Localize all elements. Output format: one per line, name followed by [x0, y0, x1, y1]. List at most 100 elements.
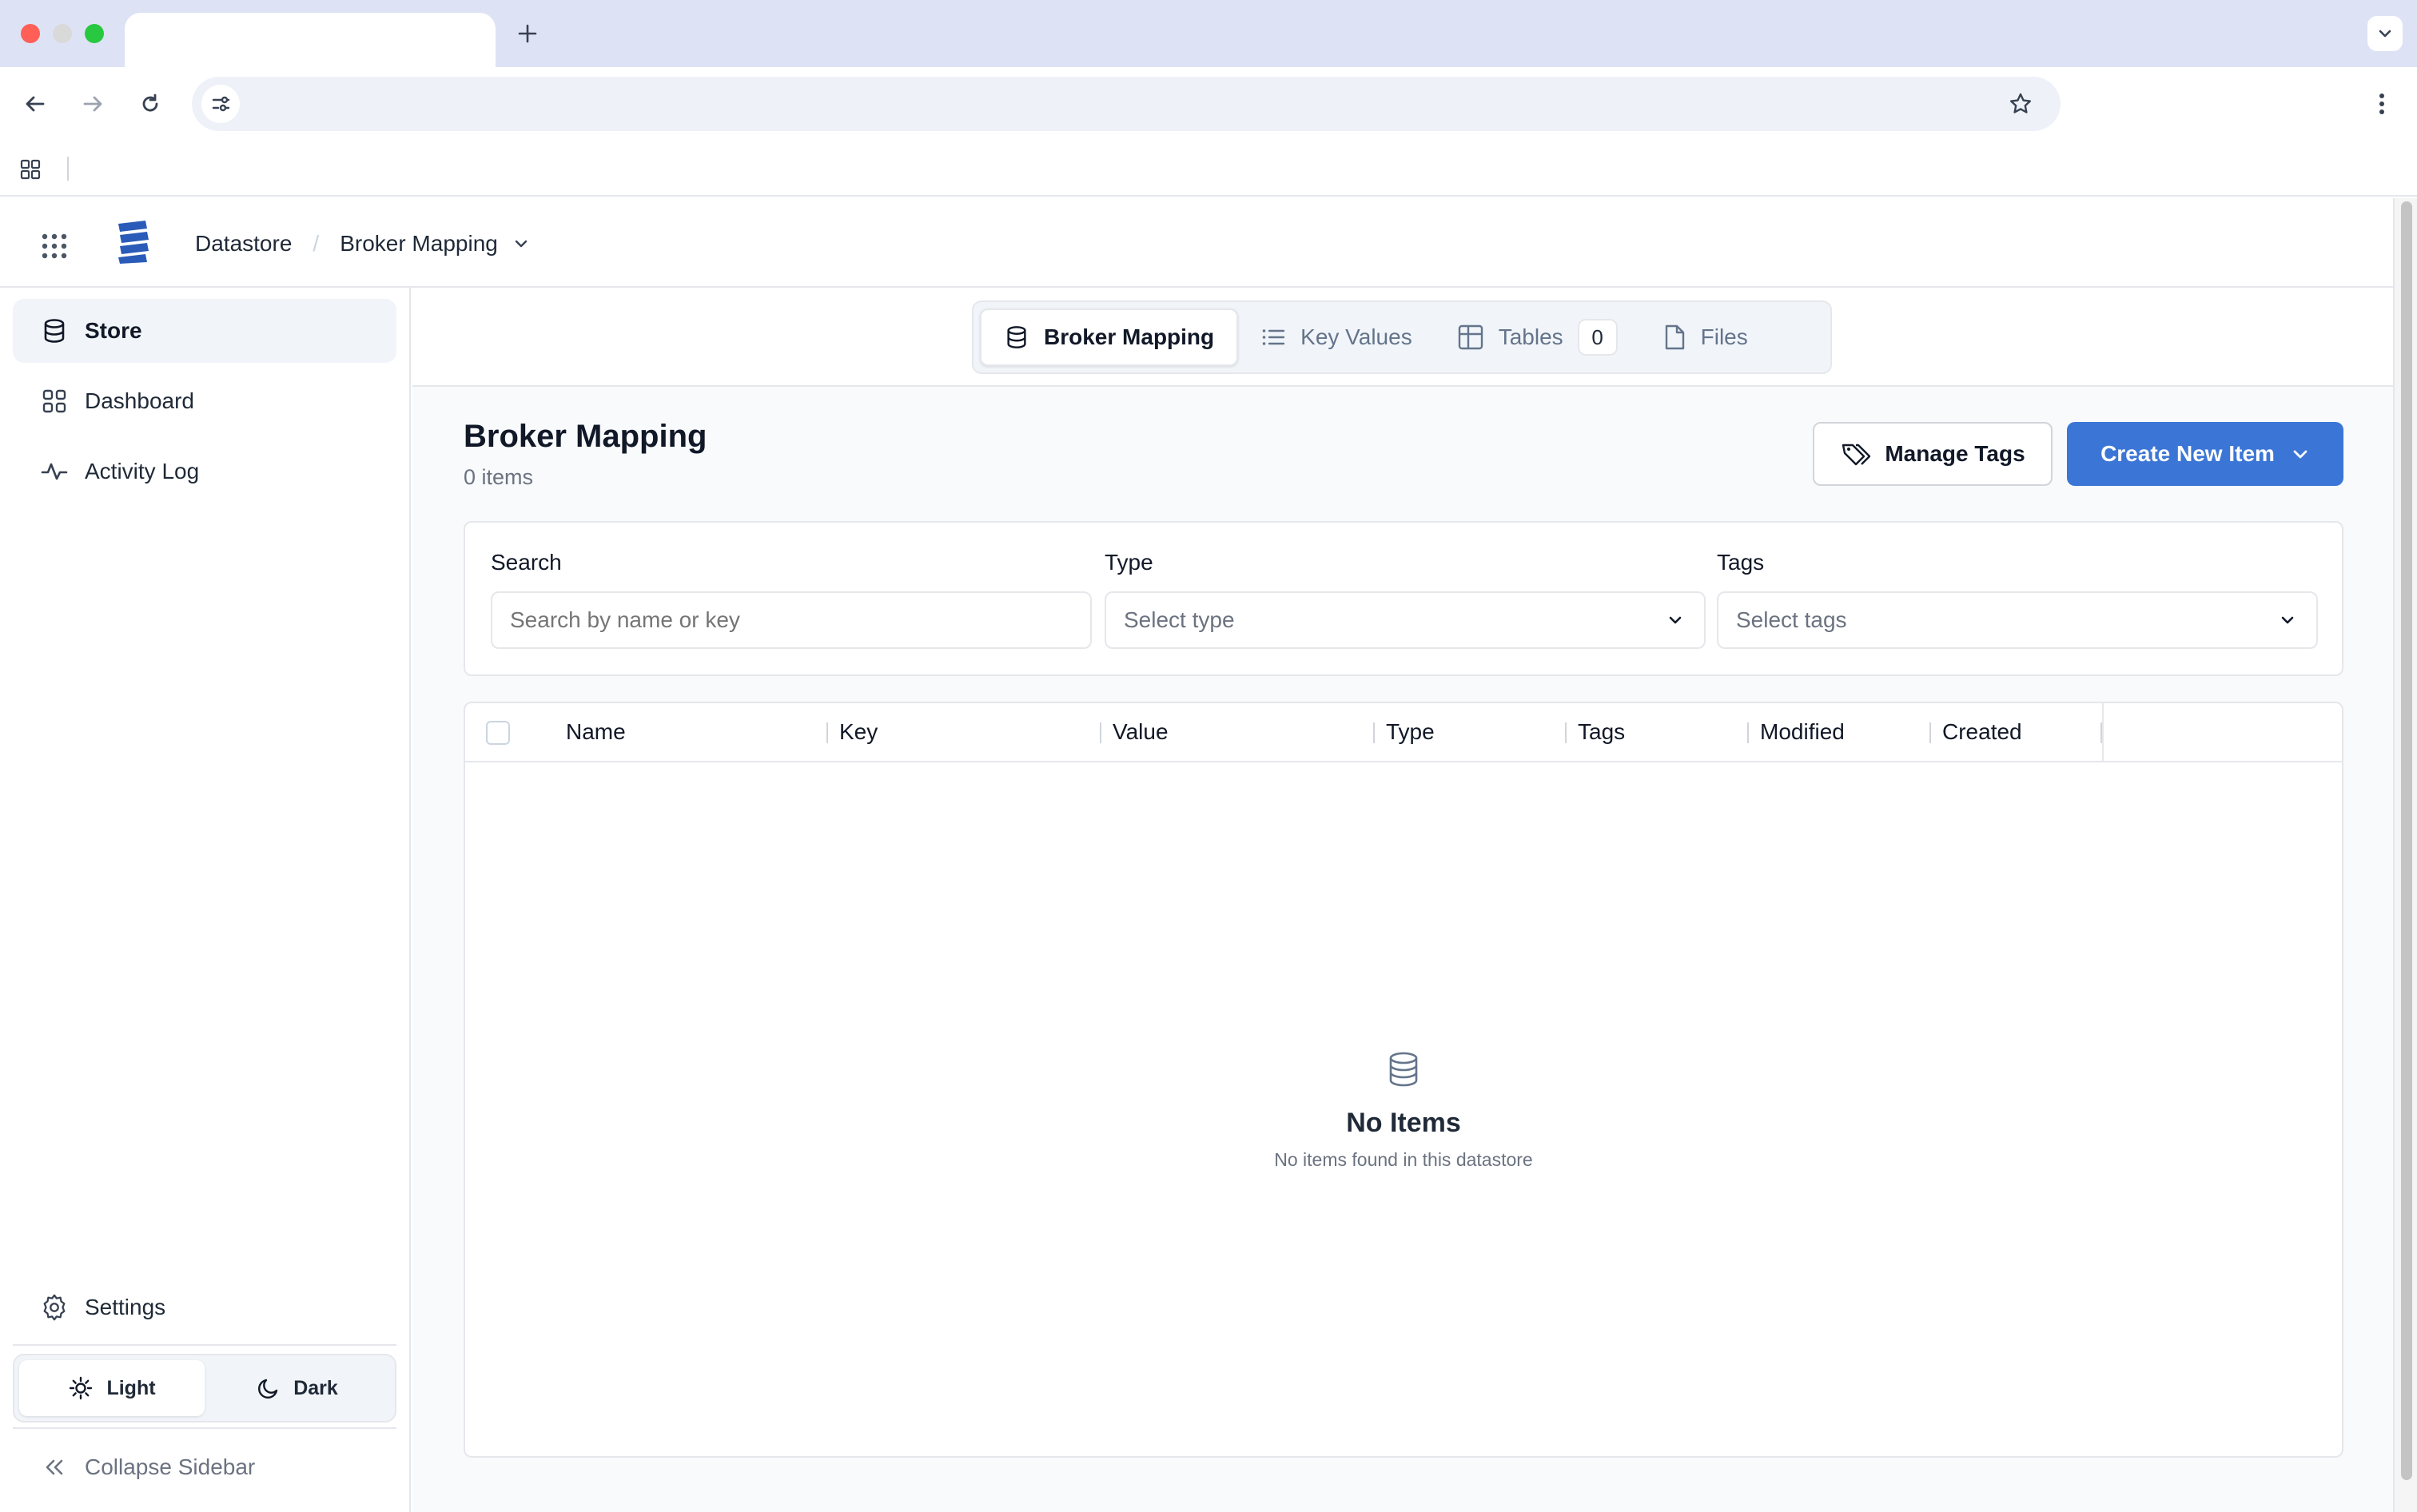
bookmarks-divider	[67, 157, 69, 181]
activity-pulse-icon	[40, 457, 69, 486]
plus-icon	[518, 24, 537, 43]
search-label: Search	[491, 550, 562, 575]
select-all-checkbox[interactable]	[486, 721, 510, 745]
column-resize-handle[interactable]	[1373, 722, 1375, 743]
create-new-item-button[interactable]: Create New Item	[2067, 422, 2343, 486]
type-select-placeholder: Select type	[1124, 607, 1235, 632]
column-resize-handle[interactable]	[1100, 722, 1101, 743]
star-icon	[2010, 93, 2031, 113]
browser-tab-active[interactable]	[125, 13, 496, 67]
back-button[interactable]	[16, 85, 54, 123]
database-icon	[1386, 1050, 1421, 1088]
apps-grid-icon	[20, 159, 41, 180]
column-resize-handle[interactable]	[1747, 722, 1749, 743]
sidebar-item-settings[interactable]: Settings	[13, 1275, 396, 1339]
sidebar-divider	[13, 1344, 396, 1346]
tables-count-badge: 0	[1577, 319, 1618, 356]
column-header-value[interactable]: Value	[1113, 719, 1169, 745]
arrow-right-icon	[83, 96, 102, 112]
tab-bar-container: Broker Mapping Key Values Tables 0 Files	[412, 288, 2393, 387]
list-icon	[1260, 324, 1286, 350]
sidebar-item-store[interactable]: Store	[13, 299, 396, 363]
app-header: Datastore / Broker Mapping	[0, 198, 2393, 288]
column-resize-handle[interactable]	[1565, 722, 1567, 743]
browser-toolbar	[0, 67, 2417, 141]
column-resize-handle[interactable]	[1929, 722, 1931, 743]
column-header-modified[interactable]: Modified	[1760, 719, 1845, 745]
sidebar-item-label: Settings	[85, 1295, 166, 1319]
type-select[interactable]: Select type	[1105, 591, 1706, 649]
bookmarks-bar	[0, 141, 2417, 197]
sidebar-item-label: Dashboard	[85, 388, 194, 413]
window-maximize-button[interactable]	[85, 24, 104, 43]
column-header-key[interactable]: Key	[839, 719, 878, 745]
collapse-sidebar-label: Collapse Sidebar	[85, 1454, 256, 1479]
item-count: 0 items	[464, 465, 534, 489]
column-resize-handle[interactable]	[826, 722, 828, 743]
app-logo[interactable]	[115, 219, 152, 264]
address-bar[interactable]	[192, 77, 2061, 131]
tab-search-button[interactable]	[2367, 16, 2403, 51]
create-new-item-label: Create New Item	[2100, 441, 2275, 466]
theme-toggle: Light Dark	[13, 1354, 396, 1422]
more-vertical-icon	[2379, 94, 2384, 114]
site-info-button[interactable]	[201, 85, 240, 123]
window-close-button[interactable]	[21, 24, 40, 43]
sidebar: Store Dashboard Activity Log Settings Li…	[0, 288, 411, 1512]
breadcrumb-root-link[interactable]: Datastore	[195, 231, 292, 257]
window-minimize-button[interactable]	[53, 24, 72, 43]
reload-icon	[142, 94, 158, 112]
tags-icon	[1840, 441, 1872, 467]
breadcrumb-dropdown-button[interactable]	[512, 235, 530, 253]
tags-select-placeholder: Select tags	[1736, 607, 1847, 632]
manage-tags-label: Manage Tags	[1885, 441, 2025, 466]
sidebar-item-dashboard[interactable]: Dashboard	[13, 369, 396, 433]
column-header-type[interactable]: Type	[1386, 719, 1435, 745]
theme-light-label: Light	[106, 1376, 156, 1399]
chevron-down-icon	[2379, 30, 2391, 38]
empty-state-subtitle: No items found in this datastore	[1274, 1149, 1533, 1170]
arrow-left-icon	[26, 96, 45, 112]
column-header-tags[interactable]: Tags	[1578, 719, 1625, 745]
tags-label: Tags	[1717, 550, 1765, 575]
main-content: Broker Mapping Key Values Tables 0 Files…	[412, 288, 2393, 1512]
tune-icon	[212, 96, 230, 112]
tab-files[interactable]: Files	[1640, 308, 1770, 366]
tab-bar: Broker Mapping Key Values Tables 0 Files	[972, 300, 1832, 374]
apps-shortcut-button[interactable]	[14, 153, 46, 185]
moon-icon	[257, 1376, 281, 1400]
new-tab-button[interactable]	[512, 18, 544, 50]
manage-tags-button[interactable]: Manage Tags	[1813, 422, 2053, 486]
browser-tab-strip	[0, 0, 2417, 67]
column-header-created[interactable]: Created	[1942, 719, 2022, 745]
reload-button[interactable]	[131, 85, 169, 123]
scrollbar-thumb[interactable]	[2401, 201, 2412, 1480]
sidebar-item-activity-log[interactable]: Activity Log	[13, 440, 396, 503]
chevrons-left-icon	[40, 1453, 69, 1482]
dashboard-grid-icon	[40, 387, 69, 416]
theme-dark-button[interactable]: Dark	[205, 1360, 390, 1416]
forward-button[interactable]	[74, 85, 112, 123]
page-scrollbar[interactable]	[2393, 198, 2417, 1512]
table-icon	[1457, 324, 1484, 351]
tab-label: Key Values	[1300, 324, 1412, 349]
theme-light-button[interactable]: Light	[19, 1360, 205, 1416]
app-launcher-button[interactable]	[34, 225, 75, 267]
breadcrumb-current[interactable]: Broker Mapping	[340, 231, 498, 257]
tags-select[interactable]: Select tags	[1717, 591, 2318, 649]
tab-label: Broker Mapping	[1044, 324, 1215, 349]
bookmark-star-button[interactable]	[2001, 85, 2040, 123]
tab-key-values[interactable]: Key Values	[1238, 308, 1435, 366]
browser-menu-button[interactable]	[2363, 85, 2401, 123]
gear-icon	[40, 1293, 69, 1322]
header-actions-divider	[2102, 703, 2104, 762]
database-icon	[40, 316, 69, 345]
search-input[interactable]	[491, 591, 1092, 649]
tab-label: Files	[1700, 324, 1748, 349]
tab-tables[interactable]: Tables 0	[1435, 308, 1640, 366]
sidebar-item-label: Store	[85, 318, 142, 343]
collapse-sidebar-button[interactable]: Collapse Sidebar	[13, 1435, 396, 1499]
column-header-name[interactable]: Name	[566, 719, 626, 745]
chevron-down-icon	[1666, 611, 1685, 630]
tab-broker-mapping[interactable]: Broker Mapping	[980, 308, 1239, 366]
